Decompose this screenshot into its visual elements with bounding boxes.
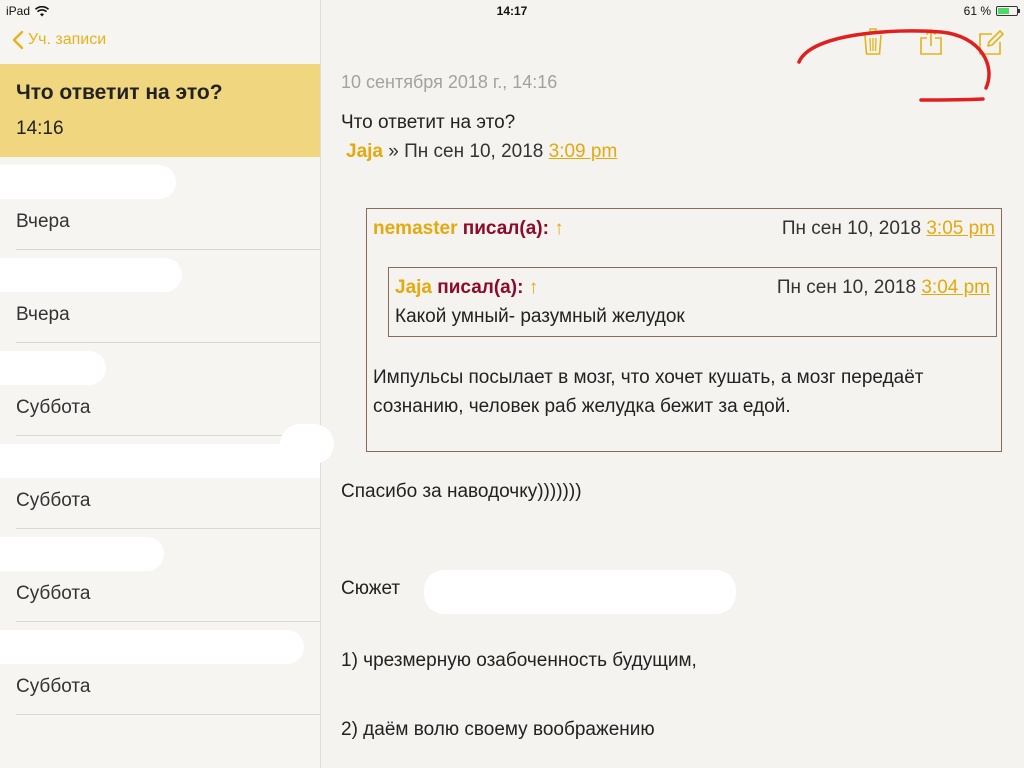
redacted-title <box>0 165 176 199</box>
note-time: 14:16 <box>16 118 64 139</box>
note-item-selected[interactable]: Что ответит на это? 14:16 <box>0 64 320 157</box>
chevron-left-icon <box>12 30 24 50</box>
arrow-up-icon[interactable]: ↑ <box>529 277 539 298</box>
battery-level <box>998 8 1009 14</box>
post-author: Jaja <box>346 141 383 162</box>
redacted-title <box>0 630 304 664</box>
paragraph: Спасибо за наводочку))))))) <box>341 481 582 502</box>
list-item[interactable]: Суббота <box>0 529 320 622</box>
redaction-mark <box>424 570 736 614</box>
note-date: Суббота <box>16 490 91 511</box>
redacted-title <box>0 444 320 478</box>
note-date: Вчера <box>16 304 70 325</box>
quote-author[interactable]: nemaster <box>373 218 458 239</box>
list-item[interactable]: Суббота <box>0 622 320 715</box>
arrow-up-icon[interactable]: ↑ <box>554 218 564 239</box>
nested-quote-date: Пн сен 10, 2018 3:04 pm <box>777 277 990 299</box>
paragraph: Сюжет <box>341 578 401 599</box>
quote-date: Пн сен 10, 2018 3:05 pm <box>782 218 995 240</box>
note-created-date: 10 сентября 2018 г., 14:16 <box>341 72 558 92</box>
post-date: » Пн сен 10, 2018 <box>382 141 549 162</box>
nested-quote-date-text: Пн сен 10, 2018 <box>776 277 922 298</box>
list-item[interactable]: Вчера <box>0 250 320 343</box>
paragraph: 2) даём волю своему воображению <box>341 719 655 740</box>
note-date: Суббота <box>16 397 91 418</box>
post-time-link[interactable]: 3:09 pm <box>549 141 618 162</box>
redacted-title <box>0 258 182 292</box>
redacted-title <box>0 537 164 571</box>
nested-quote-header: Jaja писал(а): ↑ <box>395 277 538 299</box>
back-button[interactable]: Уч. записи <box>12 30 106 50</box>
note-date: Суббота <box>16 676 91 697</box>
status-right: 61 % <box>963 4 1020 18</box>
nested-quote-wrote-label: писал(а): <box>431 277 529 298</box>
notes-sidebar: Уч. записи Что ответит на это? 14:16 Вче… <box>0 0 321 768</box>
quote-text: Импульсы посылает в мозг, что хочет куша… <box>373 367 924 417</box>
redacted-title <box>0 351 106 385</box>
nested-quote-time-link[interactable]: 3:04 pm <box>921 277 990 298</box>
list-item[interactable]: Суббота <box>0 343 320 436</box>
quote-time-link[interactable]: 3:05 pm <box>926 218 995 239</box>
post-header: Jaja » Пн сен 10, 2018 3:09 pm <box>346 141 617 163</box>
quote-block: nemaster писал(а): ↑ Пн сен 10, 2018 3:0… <box>366 208 1002 452</box>
quote-wrote-label: писал(а): <box>457 218 555 239</box>
note-content[interactable]: 10 сентября 2018 г., 14:16 Что ответит н… <box>321 0 1024 768</box>
battery-icon <box>996 6 1020 16</box>
note-date: Суббота <box>16 583 91 604</box>
note-body-title: Что ответит на это? <box>341 112 516 133</box>
list-item[interactable]: Вчера <box>0 157 320 250</box>
note-date: Вчера <box>16 211 70 232</box>
nested-quote-block: Jaja писал(а): ↑ Пн сен 10, 2018 3:04 pm… <box>388 267 997 337</box>
quote-date-text: Пн сен 10, 2018 <box>781 218 927 239</box>
status-bar: iPad 14:17 61 % <box>0 0 1024 22</box>
battery-percent: 61 % <box>963 4 991 18</box>
quote-header: nemaster писал(а): ↑ <box>373 218 564 240</box>
paragraph: 1) чрезмерную озабоченность будущим, <box>341 650 697 671</box>
back-label: Уч. записи <box>28 31 107 48</box>
nested-quote-author[interactable]: Jaja <box>395 277 432 298</box>
red-annotation-mark <box>797 29 991 102</box>
divider <box>16 714 320 715</box>
nested-quote-text: Какой умный- разумный желудок <box>395 306 685 327</box>
list-item[interactable]: Суббота <box>0 436 320 529</box>
note-title: Что ответит на это? <box>16 81 223 104</box>
status-time: 14:17 <box>496 4 528 18</box>
